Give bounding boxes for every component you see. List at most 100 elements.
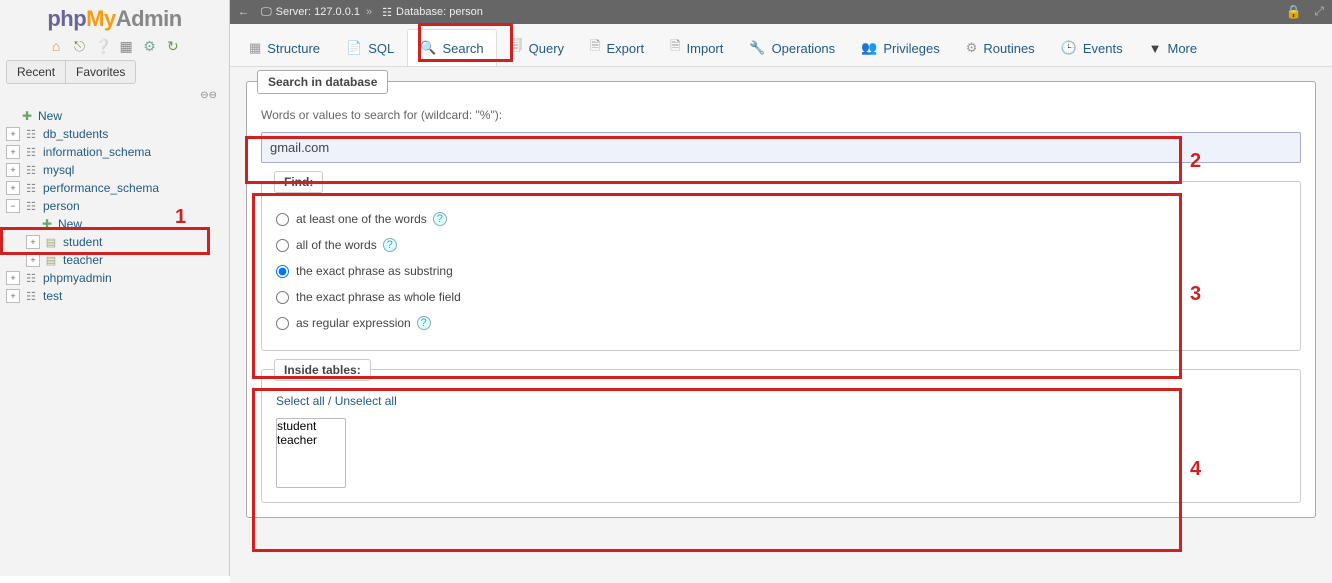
radio-all-words[interactable] — [276, 239, 289, 252]
expand-icon[interactable] — [6, 163, 20, 177]
expand-icon[interactable] — [6, 127, 20, 141]
collapse-icon[interactable] — [6, 199, 20, 213]
events-icon: 🕒 — [1061, 40, 1077, 56]
inside-tables-legend: Inside tables: — [274, 359, 371, 381]
sql-icon[interactable]: ▦ — [118, 38, 134, 54]
select-all-link[interactable]: Select all — [276, 394, 325, 408]
sidebar-toolbar: ⌂ ⎋ ❔ ▦ ⚙ ↻ — [0, 36, 229, 60]
database-icon: ☷ — [23, 289, 39, 303]
main-tabs: ▦Structure 📄SQL 🔍Search 🗐Query 🗎Export 🗎… — [230, 24, 1332, 67]
find-option-4[interactable]: as regular expression? — [276, 310, 1286, 336]
radio-exact-whole[interactable] — [276, 291, 289, 304]
table-option-student[interactable]: student — [277, 419, 345, 433]
tab-more[interactable]: ▼More — [1136, 29, 1211, 66]
logo-php: php — [47, 6, 86, 31]
tab-structure[interactable]: ▦Structure — [236, 29, 333, 66]
tree-new-table[interactable]: ✚New — [24, 215, 225, 233]
tab-routines[interactable]: ⚙Routines — [953, 29, 1048, 66]
database-icon: ☷ — [23, 199, 39, 213]
tab-import[interactable]: 🗎Import — [657, 29, 736, 66]
help-icon[interactable]: ? — [383, 238, 397, 252]
table-icon: ▤ — [43, 235, 59, 249]
tree-db-test[interactable]: ☷test — [4, 287, 225, 305]
expand-icon[interactable] — [6, 289, 20, 303]
tab-recent[interactable]: Recent — [7, 61, 65, 83]
expand-icon[interactable] — [26, 235, 40, 249]
db-tree: ✚New ☷db_students ☷information_schema ☷m… — [0, 105, 229, 307]
help-icon[interactable]: ? — [417, 316, 431, 330]
reload-icon[interactable]: ↻ — [165, 38, 181, 54]
database-icon: ☷ — [23, 181, 39, 195]
find-fieldset: Find: at least one of the words? all of … — [261, 181, 1301, 351]
tab-operations[interactable]: 🔧Operations — [736, 29, 848, 66]
find-option-0[interactable]: at least one of the words? — [276, 206, 1286, 232]
tree-person-children: ✚New ▤student ▤teacher — [4, 215, 225, 269]
expand-icon[interactable] — [6, 145, 20, 159]
tree-table-student[interactable]: ▤student — [24, 233, 225, 251]
search-hint: Words or values to search for (wildcard:… — [261, 108, 1301, 122]
home-icon[interactable]: ⌂ — [48, 38, 64, 54]
tables-select[interactable]: student teacher — [276, 418, 346, 488]
help-icon[interactable]: ? — [433, 212, 447, 226]
tab-sql[interactable]: 📄SQL — [333, 29, 407, 66]
find-option-2[interactable]: the exact phrase as substring — [276, 258, 1286, 284]
radio-exact-substring[interactable] — [276, 265, 289, 278]
exit-icon[interactable]: ⎋ — [71, 38, 87, 54]
tree-db-db_students[interactable]: ☷db_students — [4, 125, 225, 143]
worksurface: Search in database Words or values to se… — [230, 67, 1332, 583]
lock-icon[interactable]: 🔒 — [1286, 4, 1302, 20]
tree-db-person[interactable]: ☷person — [4, 197, 225, 215]
db-label: Database: — [396, 6, 446, 18]
tab-query[interactable]: 🗐Query — [497, 29, 577, 66]
unselect-all-link[interactable]: Unselect all — [335, 394, 397, 408]
tab-privileges[interactable]: 👥Privileges — [848, 29, 953, 66]
search-icon: 🔍 — [420, 40, 436, 56]
page-settings-icon[interactable]: ⤢ — [1314, 4, 1324, 19]
collapse-icon[interactable]: ⊖⊖ — [200, 90, 217, 101]
query-icon: 🗐 — [510, 37, 523, 59]
export-icon: 🗎 — [590, 37, 600, 59]
tab-search[interactable]: 🔍Search — [407, 29, 496, 66]
database-icon: ☷ — [23, 163, 39, 177]
database-icon: ☷ — [23, 145, 39, 159]
tree-db-phpmyadmin[interactable]: ☷phpmyadmin — [4, 269, 225, 287]
import-icon: 🗎 — [670, 37, 680, 59]
server-icon: 🖵 — [261, 6, 272, 19]
operations-icon: 🔧 — [749, 40, 765, 56]
tree-db-performance_schema[interactable]: ☷performance_schema — [4, 179, 225, 197]
server-value[interactable]: 127.0.0.1 — [314, 6, 360, 18]
database-icon: ☷ — [23, 127, 39, 141]
main: ← 🖵 Server: 127.0.0.1 » ☷ Database: pers… — [230, 0, 1332, 576]
expand-icon[interactable] — [26, 253, 40, 267]
db-value[interactable]: person — [449, 6, 483, 18]
tree-table-teacher[interactable]: ▤teacher — [24, 251, 225, 269]
database-icon: ☷ — [382, 6, 392, 19]
search-input[interactable] — [261, 132, 1301, 163]
expand-icon[interactable] — [6, 271, 20, 285]
docs-icon[interactable]: ❔ — [95, 38, 111, 54]
breadcrumb-separator: » — [366, 6, 372, 18]
new-table-icon: ✚ — [40, 217, 54, 231]
tree-db-information_schema[interactable]: ☷information_schema — [4, 143, 225, 161]
logo: phpMyAdmin — [0, 4, 229, 36]
back-icon[interactable]: ← — [238, 6, 249, 18]
sidebar: phpMyAdmin ⌂ ⎋ ❔ ▦ ⚙ ↻ Recent Favorites … — [0, 0, 230, 576]
settings-icon[interactable]: ⚙ — [142, 38, 158, 54]
radio-regex[interactable] — [276, 317, 289, 330]
tab-export[interactable]: 🗎Export — [577, 29, 657, 66]
panel-title: Search in database — [257, 70, 388, 94]
logo-admin: Admin — [116, 6, 182, 31]
tree-db-mysql[interactable]: ☷mysql — [4, 161, 225, 179]
select-links: Select all / Unselect all — [276, 394, 1286, 408]
tab-events[interactable]: 🕒Events — [1048, 29, 1136, 66]
tree-new[interactable]: ✚New — [4, 107, 225, 125]
table-option-teacher[interactable]: teacher — [277, 433, 345, 447]
sidebar-tabs: Recent Favorites — [6, 60, 136, 84]
tab-favorites[interactable]: Favorites — [65, 61, 135, 83]
new-db-icon: ✚ — [20, 109, 34, 123]
find-option-1[interactable]: all of the words? — [276, 232, 1286, 258]
routines-icon: ⚙ — [966, 40, 978, 56]
radio-at-least-one[interactable] — [276, 213, 289, 226]
expand-icon[interactable] — [6, 181, 20, 195]
find-option-3[interactable]: the exact phrase as whole field — [276, 284, 1286, 310]
